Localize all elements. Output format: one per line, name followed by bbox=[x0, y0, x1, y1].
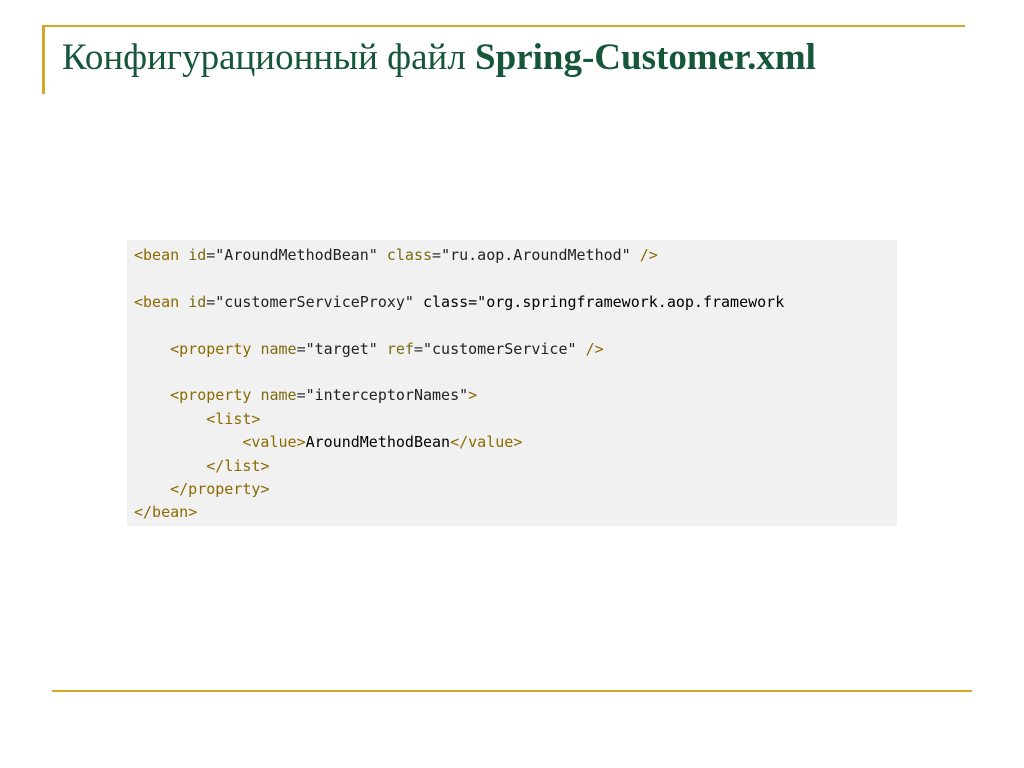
slide-title-regular: Конфигурационный файл bbox=[62, 37, 476, 78]
code-line: </bean> bbox=[134, 503, 198, 522]
code-line: <property name="target" ref="customerSer… bbox=[170, 339, 604, 358]
code-line: </property> bbox=[170, 479, 270, 498]
code-line: </list> bbox=[206, 456, 270, 475]
title-top-rule bbox=[42, 25, 965, 27]
code-line: <list> bbox=[206, 409, 261, 428]
title-left-rule bbox=[42, 26, 45, 94]
code-lines: <bean id="AroundMethodBean" class="ru.ao… bbox=[134, 244, 784, 525]
bottom-rule bbox=[52, 690, 972, 692]
slide-title: Конфигурационный файл Spring-Customer.xm… bbox=[62, 36, 816, 79]
code-line: <value>AroundMethodBean</value> bbox=[242, 433, 523, 452]
slide-title-filename: Spring-Customer.xml bbox=[475, 37, 816, 78]
code-block: <bean id="AroundMethodBean" class="ru.ao… bbox=[127, 240, 897, 526]
code-line: <bean id="customerServiceProxy" class="o… bbox=[134, 292, 785, 311]
code-line: <property name="interceptorNames"> bbox=[170, 386, 478, 405]
code-line: <bean id="AroundMethodBean" class="ru.ao… bbox=[134, 246, 658, 264]
